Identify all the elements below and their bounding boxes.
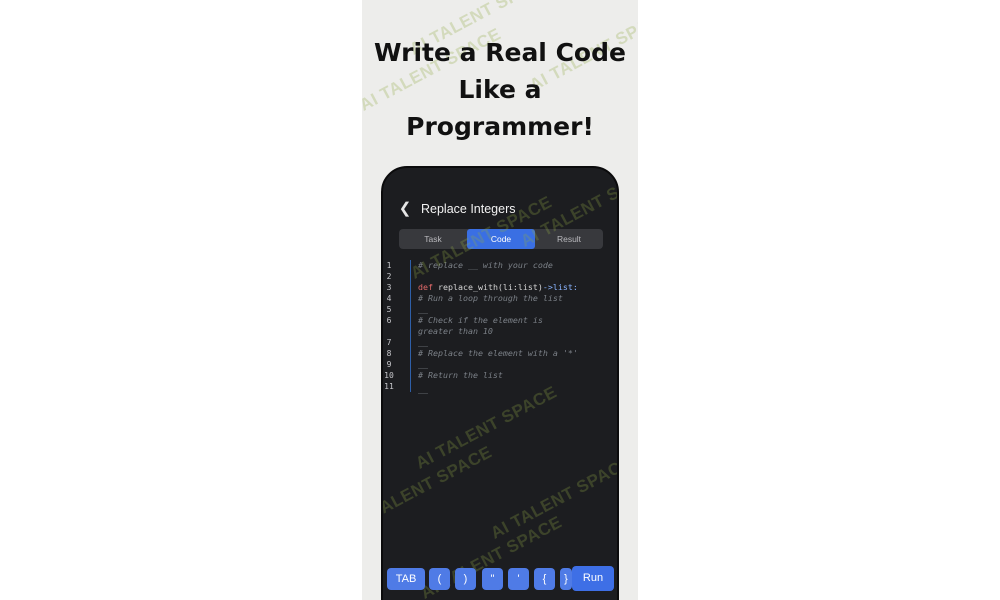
- code-line: # Return the list: [418, 370, 503, 380]
- code-keyword: def: [418, 282, 433, 292]
- key-open-brace[interactable]: {: [534, 568, 555, 590]
- headline: Write a Real Code Like a Programmer!: [362, 34, 638, 145]
- line-number: 1: [386, 261, 392, 270]
- line-number: 4: [386, 294, 392, 303]
- line-number: 2: [386, 272, 392, 281]
- key-open-paren[interactable]: (: [429, 568, 450, 590]
- screen-title: Replace Integers: [421, 202, 516, 216]
- tab-task[interactable]: Task: [399, 229, 467, 249]
- code-blank[interactable]: __: [418, 304, 428, 315]
- line-number: 3: [386, 283, 392, 292]
- headline-line-2: Like a: [458, 75, 542, 104]
- code-line: # Replace the element with a '*': [418, 348, 578, 358]
- tab-code[interactable]: Code: [467, 229, 535, 249]
- code-line: # replace __ with your code: [418, 260, 553, 270]
- gutter-divider: [410, 260, 411, 392]
- chevron-left-icon[interactable]: ❮: [397, 200, 413, 218]
- promo-panel: AI TALENT SPACE AI TALENT SPACE AI TALEN…: [362, 0, 638, 600]
- key-close-brace[interactable]: }: [560, 568, 572, 590]
- tab-bar: Task Code Result: [399, 229, 603, 249]
- code-blank[interactable]: __: [418, 337, 428, 348]
- run-button[interactable]: Run: [572, 566, 614, 591]
- line-number: 5: [386, 305, 392, 314]
- line-number: 7: [386, 338, 392, 347]
- phone-mockup: ❮ Replace Integers Task Code Result 1 2 …: [381, 166, 619, 600]
- code-return-type: ->list:: [542, 282, 578, 292]
- headline-line-1: Write a Real Code: [374, 38, 626, 67]
- code-blank[interactable]: __: [418, 384, 428, 395]
- code-keyboard-bar: TAB ( ) " ' { } Run: [383, 566, 617, 598]
- code-line: greater than 10: [418, 326, 493, 336]
- key-tab[interactable]: TAB: [387, 568, 425, 590]
- code-line: # Run a loop through the list: [418, 293, 563, 303]
- tab-result[interactable]: Result: [535, 229, 603, 249]
- watermark: AI TALENT SPACE: [487, 452, 619, 543]
- screen-header: ❮ Replace Integers: [383, 198, 617, 222]
- headline-line-3: Programmer!: [406, 112, 594, 141]
- code-line: def replace_with(li:list)->list:: [418, 282, 578, 293]
- line-number: 9: [386, 360, 392, 369]
- line-number: 10: [384, 371, 394, 380]
- line-number: 6: [386, 316, 392, 325]
- watermark: AI TALENT SPACE: [381, 442, 496, 533]
- code-editor[interactable]: 1 2 3 4 5 6 7 8 9 10 11 # replace __ wit…: [383, 260, 617, 400]
- code-blank[interactable]: __: [418, 359, 428, 370]
- code-function: replace_with(li:list): [433, 282, 543, 292]
- code-line: # Check if the element is: [418, 315, 543, 325]
- line-number: 11: [384, 382, 394, 391]
- key-single-quote[interactable]: ': [508, 568, 529, 590]
- line-number: 8: [386, 349, 392, 358]
- key-double-quote[interactable]: ": [482, 568, 503, 590]
- key-close-paren[interactable]: ): [455, 568, 476, 590]
